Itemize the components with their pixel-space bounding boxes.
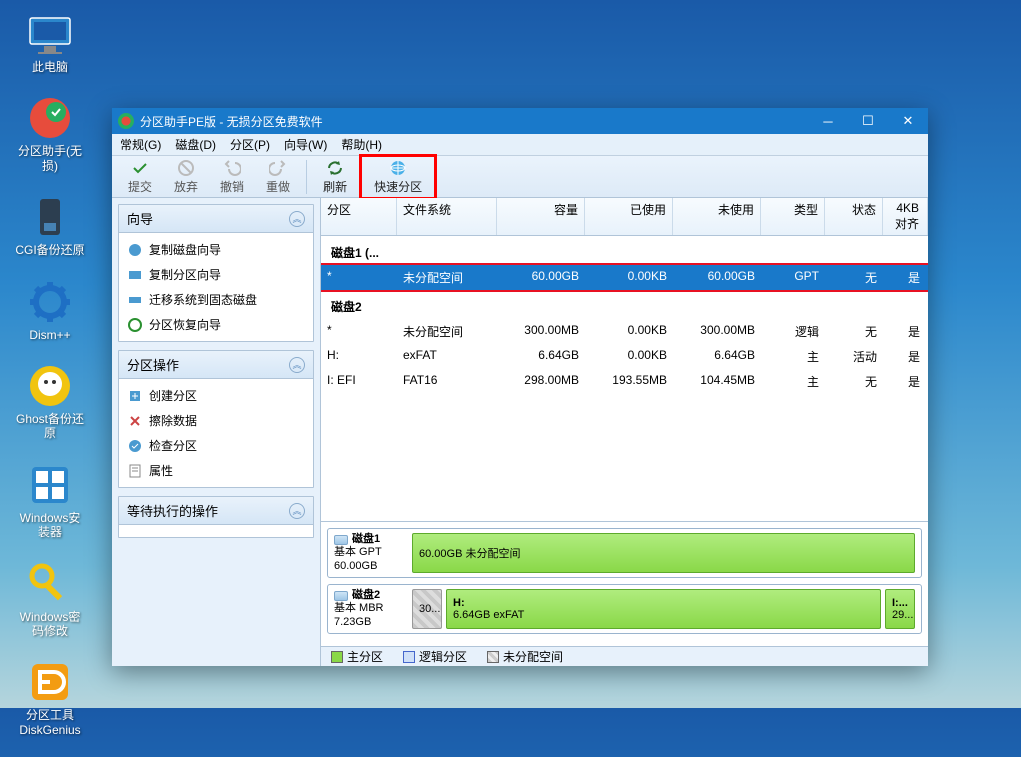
maximize-button[interactable]: ☐ xyxy=(848,108,888,134)
chevron-up-icon[interactable]: ︽ xyxy=(289,211,305,227)
legend: 主分区 逻辑分区 未分配空间 xyxy=(321,646,928,666)
partition-icon xyxy=(127,267,143,283)
disk1-title: 磁盘1 (... xyxy=(321,236,928,265)
check-circle-icon xyxy=(127,438,143,454)
wizard-panel: 向导 ︽ 复制磁盘向导 复制分区向导 迁移系统到固态磁盘 分区恢复向导 xyxy=(118,204,314,342)
disk2-seg-h[interactable]: H:6.64GB exFAT xyxy=(446,589,881,629)
disk-icon xyxy=(334,591,348,601)
desktop-icon-thispc[interactable]: 此电脑 xyxy=(15,10,85,74)
disk2-seg-unalloc[interactable]: 30... xyxy=(412,589,442,629)
close-button[interactable]: ✕ xyxy=(888,108,928,134)
disk-icon xyxy=(334,535,348,545)
wizard-copy-partition[interactable]: 复制分区向导 xyxy=(119,262,313,287)
main-panel: 分区文件系统容量已使用未使用类型状态4KB对齐 磁盘1 (... *未分配空间6… xyxy=(320,198,928,666)
wizard-migrate-ssd[interactable]: 迁移系统到固态磁盘 xyxy=(119,287,313,312)
desktop-icon-winsetup[interactable]: Windows安装器 xyxy=(15,461,85,540)
pending-panel: 等待执行的操作 ︽ xyxy=(118,496,314,538)
refresh-button[interactable]: 刷新 xyxy=(313,157,357,197)
menu-help[interactable]: 帮助(H) xyxy=(341,136,382,153)
table-header: 分区文件系统容量已使用未使用类型状态4KB对齐 xyxy=(321,198,928,236)
menu-partition[interactable]: 分区(P) xyxy=(230,136,270,153)
chevron-up-icon[interactable]: ︽ xyxy=(289,503,305,519)
wizard-copy-disk[interactable]: 复制磁盘向导 xyxy=(119,237,313,262)
menu-disk[interactable]: 磁盘(D) xyxy=(175,136,216,153)
disk1-seg-unalloc[interactable]: 60.00GB 未分配空间 xyxy=(412,533,915,573)
discard-icon xyxy=(177,159,195,177)
disk2-row-0[interactable]: *未分配空间300.00MB0.00KB300.00MB逻辑无是 xyxy=(321,319,928,344)
desktop-icon-winpwd[interactable]: Windows密码修改 xyxy=(15,560,85,639)
app-icon xyxy=(118,113,134,129)
wizard-recover-partition[interactable]: 分区恢复向导 xyxy=(119,312,313,337)
properties-icon xyxy=(127,463,143,479)
app-window: 分区助手PE版 - 无损分区免费软件 ─ ☐ ✕ 常规(G) 磁盘(D) 分区(… xyxy=(112,108,928,666)
partition-table: 磁盘1 (... *未分配空间60.00GB0.00KB60.00GBGPT无是… xyxy=(321,236,928,521)
desktop-icon-dism[interactable]: Dism++ xyxy=(15,278,85,342)
refresh-icon xyxy=(326,159,344,177)
ssd-icon xyxy=(127,292,143,308)
disk-map-1[interactable]: 磁盘1基本 GPT60.00GB 60.00GB 未分配空间 xyxy=(327,528,922,578)
sidebar: 向导 ︽ 复制磁盘向导 复制分区向导 迁移系统到固态磁盘 分区恢复向导 分区操作 ︽… xyxy=(112,198,320,666)
wipe-icon xyxy=(127,413,143,429)
chevron-up-icon[interactable]: ︽ xyxy=(289,357,305,373)
disk-maps: 磁盘1基本 GPT60.00GB 60.00GB 未分配空间 磁盘2基本 MBR… xyxy=(321,521,928,646)
op-wipe-data[interactable]: 擦除数据 xyxy=(119,408,313,433)
disk2-title: 磁盘2 xyxy=(321,290,928,319)
disk1-row-0[interactable]: *未分配空间60.00GB0.00KB60.00GBGPT无是 xyxy=(321,265,928,290)
disk-map-2[interactable]: 磁盘2基本 MBR7.23GB 30... H:6.64GB exFAT I:.… xyxy=(327,584,922,634)
ops-panel: 分区操作 ︽ 创建分区 擦除数据 检查分区 属性 xyxy=(118,350,314,488)
wizard-panel-title: 向导 xyxy=(127,209,153,228)
desktop-icon-partition-assistant[interactable]: 分区助手(无损) xyxy=(15,94,85,173)
ops-panel-title: 分区操作 xyxy=(127,355,179,374)
disk2-seg-i[interactable]: I:...29... xyxy=(885,589,915,629)
menubar: 常规(G) 磁盘(D) 分区(P) 向导(W) 帮助(H) xyxy=(112,134,928,156)
legend-unalloc-swatch xyxy=(487,651,499,663)
pending-panel-title: 等待执行的操作 xyxy=(127,501,218,520)
globe-icon xyxy=(389,159,407,177)
desktop-icon-diskgenius[interactable]: 分区工具 DiskGenius xyxy=(15,658,85,737)
disk2-row-1[interactable]: H:exFAT6.64GB0.00KB6.64GB主活动是 xyxy=(321,344,928,369)
undo-button[interactable]: 撤销 xyxy=(210,157,254,197)
disk-icon xyxy=(127,242,143,258)
op-check-partition[interactable]: 检查分区 xyxy=(119,433,313,458)
window-title: 分区助手PE版 - 无损分区免费软件 xyxy=(140,113,323,130)
recover-icon xyxy=(127,317,143,333)
desktop-icon-cgi-backup[interactable]: CGI备份还原 xyxy=(15,193,85,257)
undo-icon xyxy=(223,159,241,177)
create-icon xyxy=(127,388,143,404)
desktop-icon-ghost[interactable]: Ghost备份还原 xyxy=(15,362,85,441)
redo-icon xyxy=(269,159,287,177)
disk2-row-2[interactable]: I: EFIFAT16298.00MB193.55MB104.45MB主无是 xyxy=(321,369,928,394)
commit-button[interactable]: 提交 xyxy=(118,157,162,197)
titlebar[interactable]: 分区助手PE版 - 无损分区免费软件 ─ ☐ ✕ xyxy=(112,108,928,134)
redo-button[interactable]: 重做 xyxy=(256,157,300,197)
quick-partition-button[interactable]: 快速分区 xyxy=(359,154,437,200)
check-icon xyxy=(131,159,149,177)
legend-primary-swatch xyxy=(331,651,343,663)
op-create-partition[interactable]: 创建分区 xyxy=(119,383,313,408)
minimize-button[interactable]: ─ xyxy=(808,108,848,134)
discard-button[interactable]: 放弃 xyxy=(164,157,208,197)
menu-general[interactable]: 常规(G) xyxy=(120,136,161,153)
toolbar: 提交 放弃 撤销 重做 刷新 快速分区 xyxy=(112,156,928,198)
op-properties[interactable]: 属性 xyxy=(119,458,313,483)
legend-logical-swatch xyxy=(403,651,415,663)
menu-wizard[interactable]: 向导(W) xyxy=(284,136,327,153)
